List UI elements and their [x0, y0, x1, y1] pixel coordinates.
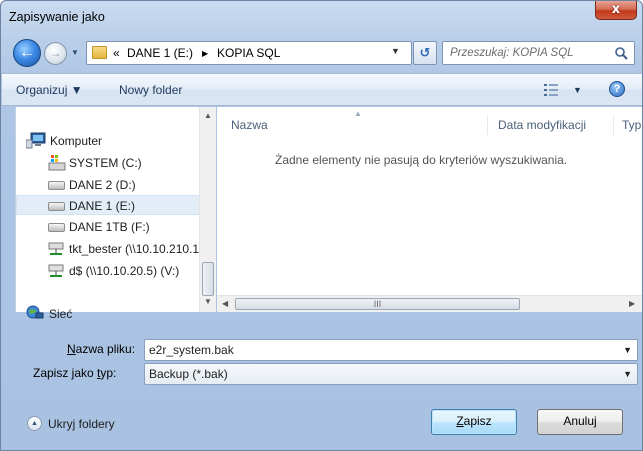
search-icon[interactable]	[614, 46, 628, 60]
column-separator[interactable]	[613, 115, 614, 135]
refresh-icon: ↺	[419, 45, 431, 60]
scroll-up-icon[interactable]: ▲	[204, 111, 212, 120]
arrow-left-icon: ←	[19, 44, 35, 61]
column-header-date-modified[interactable]: Data modyfikacji	[498, 118, 586, 132]
nav-item-label: Sieć	[49, 307, 73, 321]
chevron-down-icon[interactable]: ▼	[623, 369, 632, 379]
arrow-right-icon: →	[49, 46, 62, 60]
scroll-right-icon[interactable]: ▶	[629, 299, 635, 308]
breadcrumb-kopia-sql[interactable]: KOPIA SQL	[217, 46, 280, 60]
drive-icon	[48, 202, 65, 211]
save-button[interactable]: Zapisz	[431, 409, 517, 435]
computer-icon	[26, 132, 46, 149]
column-header-type[interactable]: Typ	[622, 118, 641, 132]
new-folder-button[interactable]: Nowy folder	[119, 83, 182, 97]
organize-menu-button[interactable]: Organizuj ▼	[16, 83, 83, 97]
nav-item-dane2-d[interactable]: DANE 2 (D:)	[16, 175, 206, 195]
save-as-dialog: Zapisywanie jako x ← → ▼ « DANE 1 (E:) ▶…	[0, 0, 643, 451]
breadcrumb-overflow[interactable]: «	[113, 46, 120, 60]
scroll-left-icon[interactable]: ◀	[222, 299, 228, 308]
breadcrumb-dane1[interactable]: DANE 1 (E:)	[127, 46, 193, 60]
filetype-select[interactable]: Backup (*.bak) ▼	[144, 363, 638, 385]
scrollbar-grip: III	[373, 299, 382, 309]
recent-locations-button[interactable]: ▼	[71, 48, 81, 58]
nav-item-dane1tb-f[interactable]: DANE 1TB (F:)	[16, 217, 206, 237]
column-separator[interactable]	[487, 115, 488, 135]
cancel-button[interactable]: Anuluj	[537, 409, 623, 435]
nav-item-tkt-bester[interactable]: tkt_bester (\\10.10.210.1	[16, 239, 200, 259]
nav-item-d-dollar-v[interactable]: d$ (\\10.10.20.5) (V:)	[16, 261, 200, 281]
nav-item-label: DANE 1TB (F:)	[69, 220, 150, 234]
system-drive-icon	[48, 155, 66, 171]
nav-item-label: tkt_bester (\\10.10.210.1	[69, 242, 200, 256]
filename-value: e2r_system.bak	[149, 343, 234, 357]
nav-item-label: SYSTEM (C:)	[69, 156, 142, 170]
nav-item-label: DANE 1 (E:)	[69, 199, 136, 213]
nav-item-label: d$ (\\10.10.20.5) (V:)	[69, 264, 180, 278]
empty-folder-message: Żadne elementy nie pasują do kryteriów w…	[275, 153, 568, 167]
drive-icon	[48, 223, 65, 232]
scrollbar-thumb[interactable]: III	[235, 298, 520, 310]
back-button[interactable]: ←	[13, 39, 41, 67]
refresh-button[interactable]: ↺	[413, 41, 437, 65]
column-header-name[interactable]: Nazwa	[231, 118, 268, 132]
network-icon	[26, 305, 44, 319]
file-list[interactable]: Nazwa ▲ Data modyfikacji Typ Żadne eleme…	[217, 107, 642, 312]
drive-icon	[48, 181, 65, 190]
chevron-down-icon: ▼	[71, 48, 79, 57]
nav-pane-scrollbar[interactable]: ▲ ▼	[199, 107, 216, 312]
help-icon[interactable]: ?	[609, 81, 625, 97]
sort-ascending-icon: ▲	[354, 109, 362, 118]
hide-folders-button[interactable]: Ukryj foldery	[48, 417, 115, 431]
address-bar[interactable]: « DANE 1 (E:) ▶ KOPIA SQL ▼	[86, 41, 412, 65]
collapse-up-icon[interactable]: ▲	[27, 416, 42, 431]
search-placeholder: Przeszukaj: KOPIA SQL	[450, 47, 574, 59]
forward-button[interactable]: →	[44, 42, 67, 65]
filename-input[interactable]: e2r_system.bak ▼	[144, 339, 638, 361]
view-dropdown-icon[interactable]: ▼	[573, 85, 582, 95]
scrollbar-thumb[interactable]	[202, 262, 214, 296]
breadcrumb-separator-icon[interactable]: ▶	[202, 49, 208, 58]
filetype-label: Zapisz jako typ:	[33, 366, 117, 380]
address-dropdown-icon[interactable]: ▼	[391, 46, 400, 56]
nav-item-system-c[interactable]: SYSTEM (C:)	[16, 153, 206, 173]
nav-item-dane1-e[interactable]: DANE 1 (E:)	[16, 195, 200, 215]
close-button[interactable]: x	[595, 1, 637, 20]
navigation-pane: Komputer SYSTEM (C:) DANE 2 (D:) DANE 1 …	[15, 107, 213, 321]
chevron-down-icon[interactable]: ▼	[623, 345, 632, 355]
view-options-icon[interactable]	[544, 84, 558, 96]
search-input[interactable]: Przeszukaj: KOPIA SQL	[442, 41, 635, 65]
nav-item-network[interactable]: Sieć	[16, 304, 206, 324]
window-title: Zapisywanie jako	[9, 10, 105, 24]
title-bar[interactable]: Zapisywanie jako x	[1, 1, 642, 33]
network-drive-icon	[48, 242, 64, 255]
toolbar: Organizuj ▼ Nowy folder ▼ ?	[2, 73, 642, 106]
file-list-hscrollbar[interactable]: ◀ III ▶	[217, 295, 642, 312]
filetype-value: Backup (*.bak)	[149, 367, 228, 381]
nav-item-computer[interactable]: Komputer	[16, 131, 206, 151]
network-drive-icon	[48, 264, 64, 277]
nav-item-label: Komputer	[50, 134, 103, 148]
close-icon: x	[611, 2, 621, 17]
filename-label: Nazwa pliku:	[67, 342, 136, 356]
scroll-down-icon[interactable]: ▼	[204, 297, 212, 306]
nav-item-label: DANE 2 (D:)	[69, 178, 136, 192]
folder-icon	[92, 46, 107, 59]
